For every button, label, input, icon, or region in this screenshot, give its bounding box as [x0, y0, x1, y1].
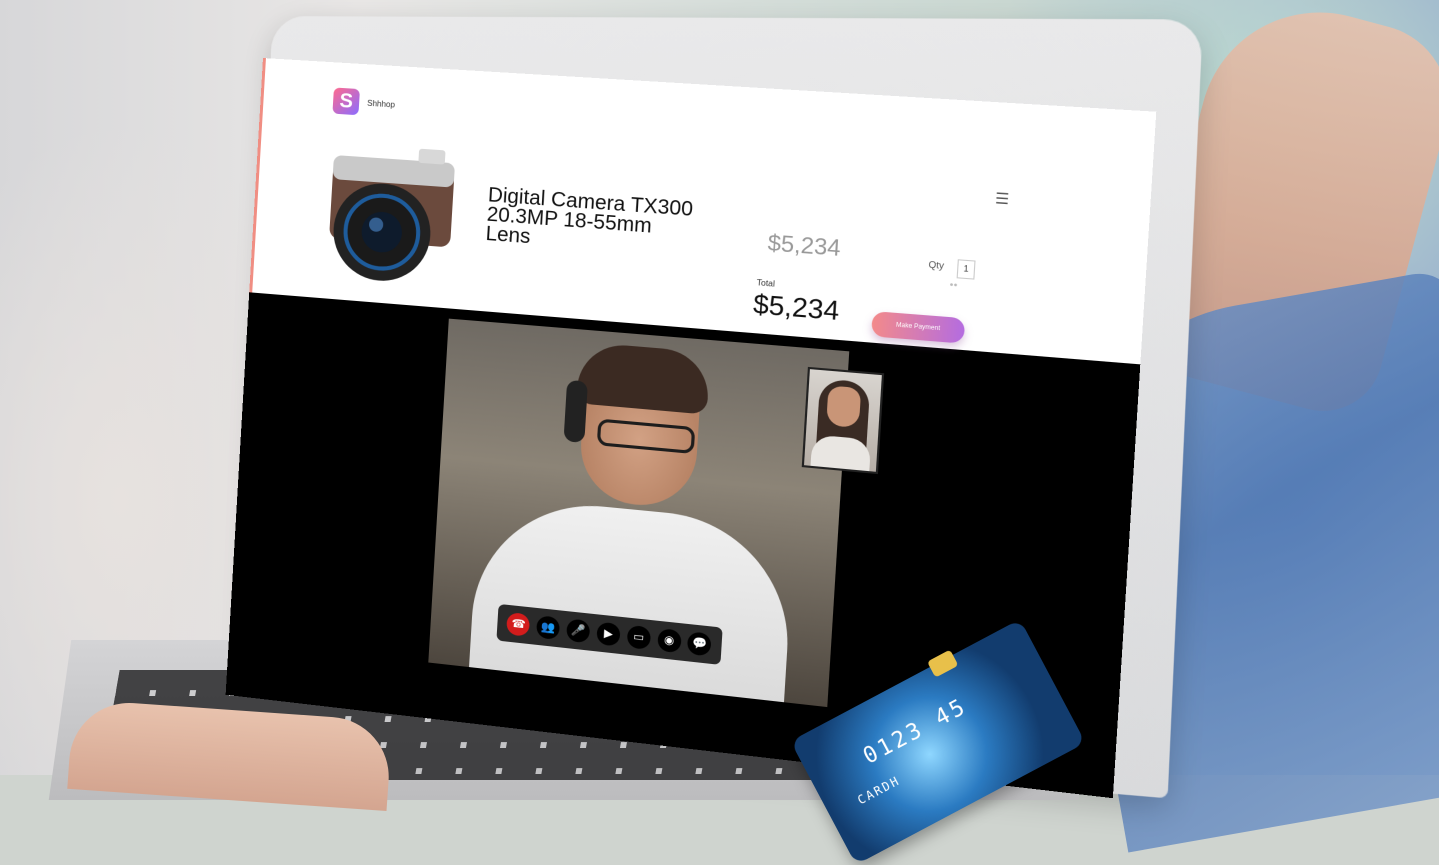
- quantity-stepper[interactable]: ●●: [949, 282, 957, 289]
- chat-icon[interactable]: 💬: [687, 631, 713, 657]
- add-person-icon[interactable]: 👥: [536, 615, 561, 641]
- brand-logo[interactable]: S: [332, 87, 360, 116]
- self-view-pip[interactable]: [801, 366, 885, 475]
- video-camera-icon[interactable]: ▶: [596, 621, 621, 647]
- shop-panel: S Shhhop ☰ Digital Camera TX300 20.3MP 1…: [249, 58, 1157, 365]
- product-camera-image: [329, 148, 456, 285]
- screen-share-icon[interactable]: ▭: [626, 624, 651, 650]
- make-payment-button[interactable]: Make Payment: [871, 311, 966, 344]
- caller-hair: [576, 341, 711, 415]
- brand-name: Shhhop: [366, 98, 396, 110]
- card-holder-label: CARDH: [855, 773, 903, 808]
- total-amount: $5,234: [752, 288, 841, 327]
- quantity-input[interactable]: 1: [956, 259, 976, 280]
- end-call-icon[interactable]: ☎: [506, 612, 531, 637]
- snapshot-camera-icon[interactable]: ◉: [656, 628, 682, 654]
- total-label: Total: [756, 277, 776, 289]
- product-title: Digital Camera TX300 20.3MP 18-55mm Lens: [485, 183, 694, 249]
- microphone-icon[interactable]: 🎤: [566, 618, 591, 644]
- quantity-label: Qty: [928, 259, 945, 271]
- hamburger-menu-icon[interactable]: ☰: [995, 190, 1010, 209]
- caller-shirt: [467, 494, 795, 708]
- card-number: 0123 45: [859, 694, 972, 770]
- headset-icon: [563, 379, 589, 444]
- unit-price: $5,234: [767, 229, 842, 262]
